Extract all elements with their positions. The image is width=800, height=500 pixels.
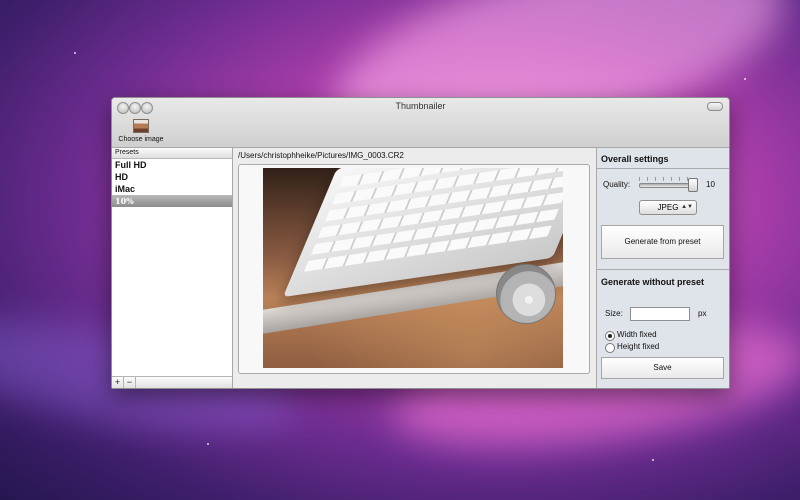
preset-item-hd[interactable]: HD bbox=[112, 171, 232, 183]
save-button[interactable]: Save bbox=[601, 357, 724, 379]
quality-slider-ticks bbox=[639, 177, 695, 181]
width-fixed-radio[interactable] bbox=[605, 331, 615, 341]
height-fixed-radio[interactable] bbox=[605, 343, 615, 353]
preset-item-full-hd[interactable]: Full HD bbox=[112, 159, 232, 171]
stepper-arrows-icon: ▲▼ bbox=[681, 204, 693, 210]
section-divider bbox=[597, 269, 729, 270]
size-unit: px bbox=[698, 309, 707, 318]
choose-image-label: Choose image bbox=[118, 136, 164, 143]
generate-without-preset-title: Generate without preset bbox=[601, 277, 705, 287]
height-fixed-label[interactable]: Height fixed bbox=[617, 342, 659, 351]
width-fixed-label[interactable]: Width fixed bbox=[617, 330, 657, 339]
preset-item-imac[interactable]: iMac bbox=[112, 183, 232, 195]
choose-image-button[interactable]: Choose image bbox=[116, 118, 166, 146]
quality-slider-thumb[interactable] bbox=[688, 178, 698, 192]
keyboard-photo bbox=[263, 168, 563, 368]
presets-header: Presets bbox=[112, 148, 232, 159]
overall-divider bbox=[597, 168, 729, 169]
file-path: /Users/christophheike/Pictures/IMG_0003.… bbox=[238, 151, 404, 160]
quality-label: Quality: bbox=[603, 180, 631, 189]
presets-actions: + − bbox=[112, 376, 232, 388]
preset-item-ten-percent[interactable]: 10% bbox=[112, 195, 232, 207]
quality-value: 10 bbox=[706, 180, 715, 189]
size-input[interactable] bbox=[630, 307, 690, 321]
presets-sidebar: Presets Full HD HD iMac 10% + − bbox=[112, 148, 233, 388]
generate-from-preset-button[interactable]: Generate from preset bbox=[601, 225, 724, 259]
overall-settings-title: Overall settings bbox=[601, 154, 669, 164]
add-preset-button[interactable]: + bbox=[112, 377, 124, 388]
toolbar-toggle-button[interactable] bbox=[707, 102, 723, 111]
remove-preset-button[interactable]: − bbox=[124, 377, 136, 388]
settings-panel: Overall settings Quality: 10 JPEG ▲▼ Gen… bbox=[596, 148, 729, 388]
image-icon bbox=[133, 119, 149, 133]
format-select[interactable]: JPEG ▲▼ bbox=[639, 200, 697, 215]
thumbnailer-window: Thumbnailer Choose image Presets Full HD… bbox=[111, 97, 730, 389]
window-titlebar: Thumbnailer Choose image bbox=[112, 98, 729, 148]
window-title: Thumbnailer bbox=[395, 101, 446, 111]
size-label: Size: bbox=[605, 309, 623, 318]
format-select-value: JPEG bbox=[657, 203, 679, 212]
image-preview-frame bbox=[238, 164, 590, 374]
keyboard-roller bbox=[496, 264, 556, 324]
